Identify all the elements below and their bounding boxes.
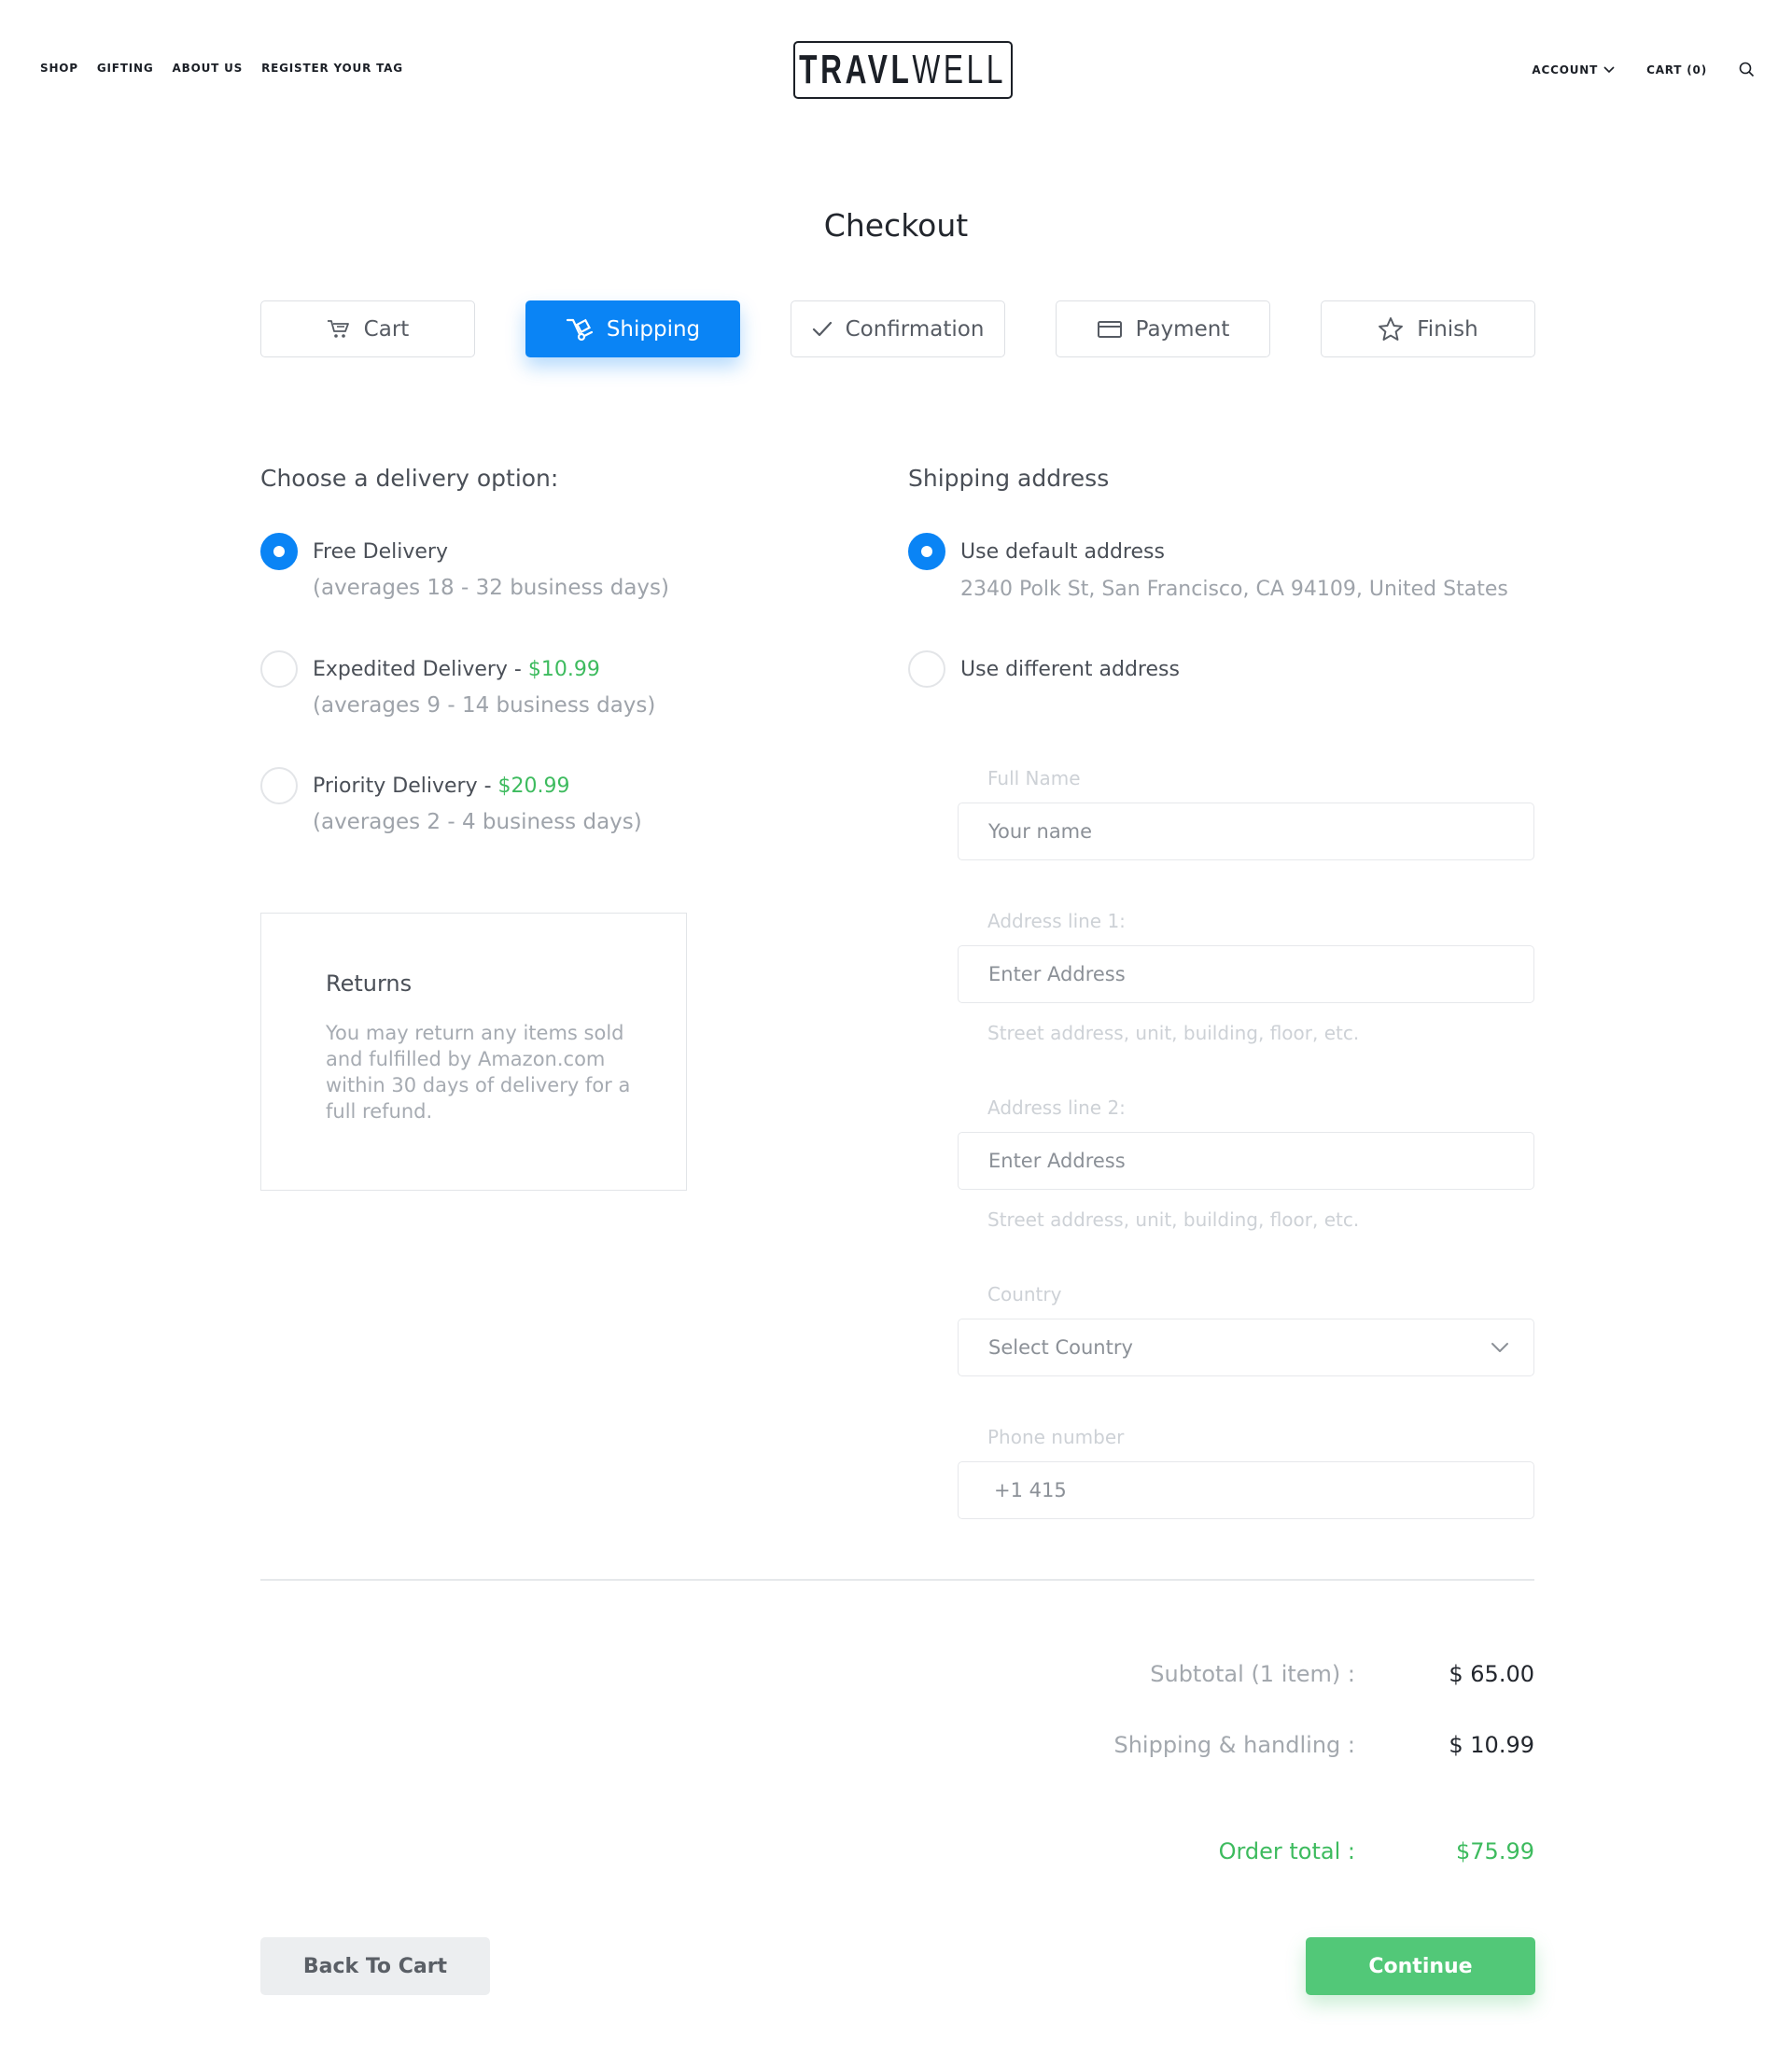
logo-text-light: WELL xyxy=(912,47,1007,92)
subtotal-label: Subtotal (1 item) : xyxy=(1150,1661,1355,1687)
option-priority-delivery-note: (averages 2 - 4 business days) xyxy=(313,810,642,834)
checkout-steps: Cart Shipping Confirmation Payment Finis… xyxy=(260,300,1535,357)
country-select-value: Select Country xyxy=(988,1336,1133,1359)
delivery-title: Choose a delivery option: xyxy=(260,465,559,492)
phone-label: Phone number xyxy=(987,1426,1125,1448)
radio-free-delivery[interactable] xyxy=(260,533,298,570)
step-payment-label: Payment xyxy=(1135,316,1230,342)
step-confirmation-label: Confirmation xyxy=(845,316,985,342)
phone-input[interactable] xyxy=(958,1461,1534,1519)
step-confirmation[interactable]: Confirmation xyxy=(791,300,1005,357)
nav-shop[interactable]: SHOP xyxy=(40,62,78,75)
main-nav: SHOP GIFTING ABOUT US REGISTER YOUR TAG xyxy=(40,62,403,75)
returns-panel: Returns You may return any items sold an… xyxy=(260,913,687,1191)
account-label: ACCOUNT xyxy=(1532,63,1599,77)
search-icon[interactable] xyxy=(1739,62,1755,77)
radio-different-address[interactable] xyxy=(908,650,945,688)
chevron-down-icon xyxy=(1491,1343,1508,1352)
option-priority-delivery-text: Priority Delivery - xyxy=(313,775,498,798)
address-line-1-label: Address line 1: xyxy=(987,910,1126,932)
option-expedited-price: $10.99 xyxy=(527,658,600,681)
full-name-label: Full Name xyxy=(987,767,1081,789)
hand-truck-icon xyxy=(566,318,593,341)
radio-expedited-delivery[interactable] xyxy=(260,650,298,688)
credit-card-icon xyxy=(1097,320,1122,338)
address-line-1-help: Street address, unit, building, floor, e… xyxy=(987,1022,1360,1044)
returns-text: You may return any items sold and fulfil… xyxy=(326,1022,631,1123)
address-line-1-input[interactable] xyxy=(958,945,1534,1003)
step-cart[interactable]: Cart xyxy=(260,300,475,357)
step-shipping-label: Shipping xyxy=(606,316,701,342)
checkmark-icon xyxy=(812,321,832,336)
country-label: Country xyxy=(987,1283,1062,1305)
returns-title: Returns xyxy=(326,970,413,997)
default-address-text: 2340 Polk St, San Francisco, CA 94109, U… xyxy=(960,578,1508,601)
address-line-2-label: Address line 2: xyxy=(987,1096,1126,1119)
option-priority-price: $20.99 xyxy=(497,775,570,798)
user-nav: ACCOUNT CART (0) xyxy=(1532,62,1755,77)
nav-register-tag[interactable]: REGISTER YOUR TAG xyxy=(261,62,403,75)
option-expedited-delivery-note: (averages 9 - 14 business days) xyxy=(313,693,656,718)
logo-text: TRAVLWELL xyxy=(800,47,1007,93)
shipping-address-title: Shipping address xyxy=(908,465,1110,492)
option-free-delivery-text: Free Delivery xyxy=(313,540,448,564)
cart-icon xyxy=(327,319,349,338)
subtotal-value: $ 65.00 xyxy=(1449,1661,1534,1687)
cart-link[interactable]: CART (0) xyxy=(1646,63,1707,77)
nav-gifting[interactable]: GIFTING xyxy=(97,62,154,75)
radio-priority-delivery[interactable] xyxy=(260,767,298,804)
step-cart-label: Cart xyxy=(363,316,410,342)
step-shipping[interactable]: Shipping xyxy=(525,300,740,357)
page-title: Checkout xyxy=(823,207,969,244)
account-menu[interactable]: ACCOUNT xyxy=(1532,63,1615,77)
option-expedited-delivery-text: Expedited Delivery - xyxy=(313,658,528,681)
logo-text-bold: TRAVL xyxy=(799,47,913,92)
option-expedited-delivery-label: Expedited Delivery - $10.99 xyxy=(313,658,600,681)
default-address-label: Use default address xyxy=(960,540,1165,564)
option-free-delivery-label: Free Delivery xyxy=(313,540,448,564)
continue-button[interactable]: Continue xyxy=(1306,1937,1535,1995)
address-line-2-input[interactable] xyxy=(958,1132,1534,1190)
shipping-handling-label: Shipping & handling : xyxy=(1113,1732,1355,1758)
full-name-input[interactable] xyxy=(958,803,1534,860)
option-priority-delivery-label: Priority Delivery - $20.99 xyxy=(313,775,570,798)
radio-default-address[interactable] xyxy=(908,533,945,570)
back-to-cart-button[interactable]: Back To Cart xyxy=(260,1937,490,1995)
step-finish-label: Finish xyxy=(1417,316,1478,342)
chevron-down-icon xyxy=(1603,65,1615,73)
step-finish[interactable]: Finish xyxy=(1321,300,1535,357)
star-icon xyxy=(1379,317,1404,341)
order-total-value: $75.99 xyxy=(1456,1838,1534,1864)
country-select[interactable]: Select Country xyxy=(958,1319,1534,1376)
brand-logo[interactable]: TRAVLWELL xyxy=(793,41,1013,99)
nav-about-us[interactable]: ABOUT US xyxy=(173,62,244,75)
order-total-label: Order total : xyxy=(1218,1838,1355,1864)
different-address-label: Use different address xyxy=(960,658,1180,681)
option-free-delivery-note: (averages 18 - 32 business days) xyxy=(313,576,670,600)
address-line-2-help: Street address, unit, building, floor, e… xyxy=(987,1208,1360,1231)
shipping-handling-value: $ 10.99 xyxy=(1449,1732,1534,1758)
step-payment[interactable]: Payment xyxy=(1056,300,1270,357)
divider xyxy=(260,1579,1534,1581)
